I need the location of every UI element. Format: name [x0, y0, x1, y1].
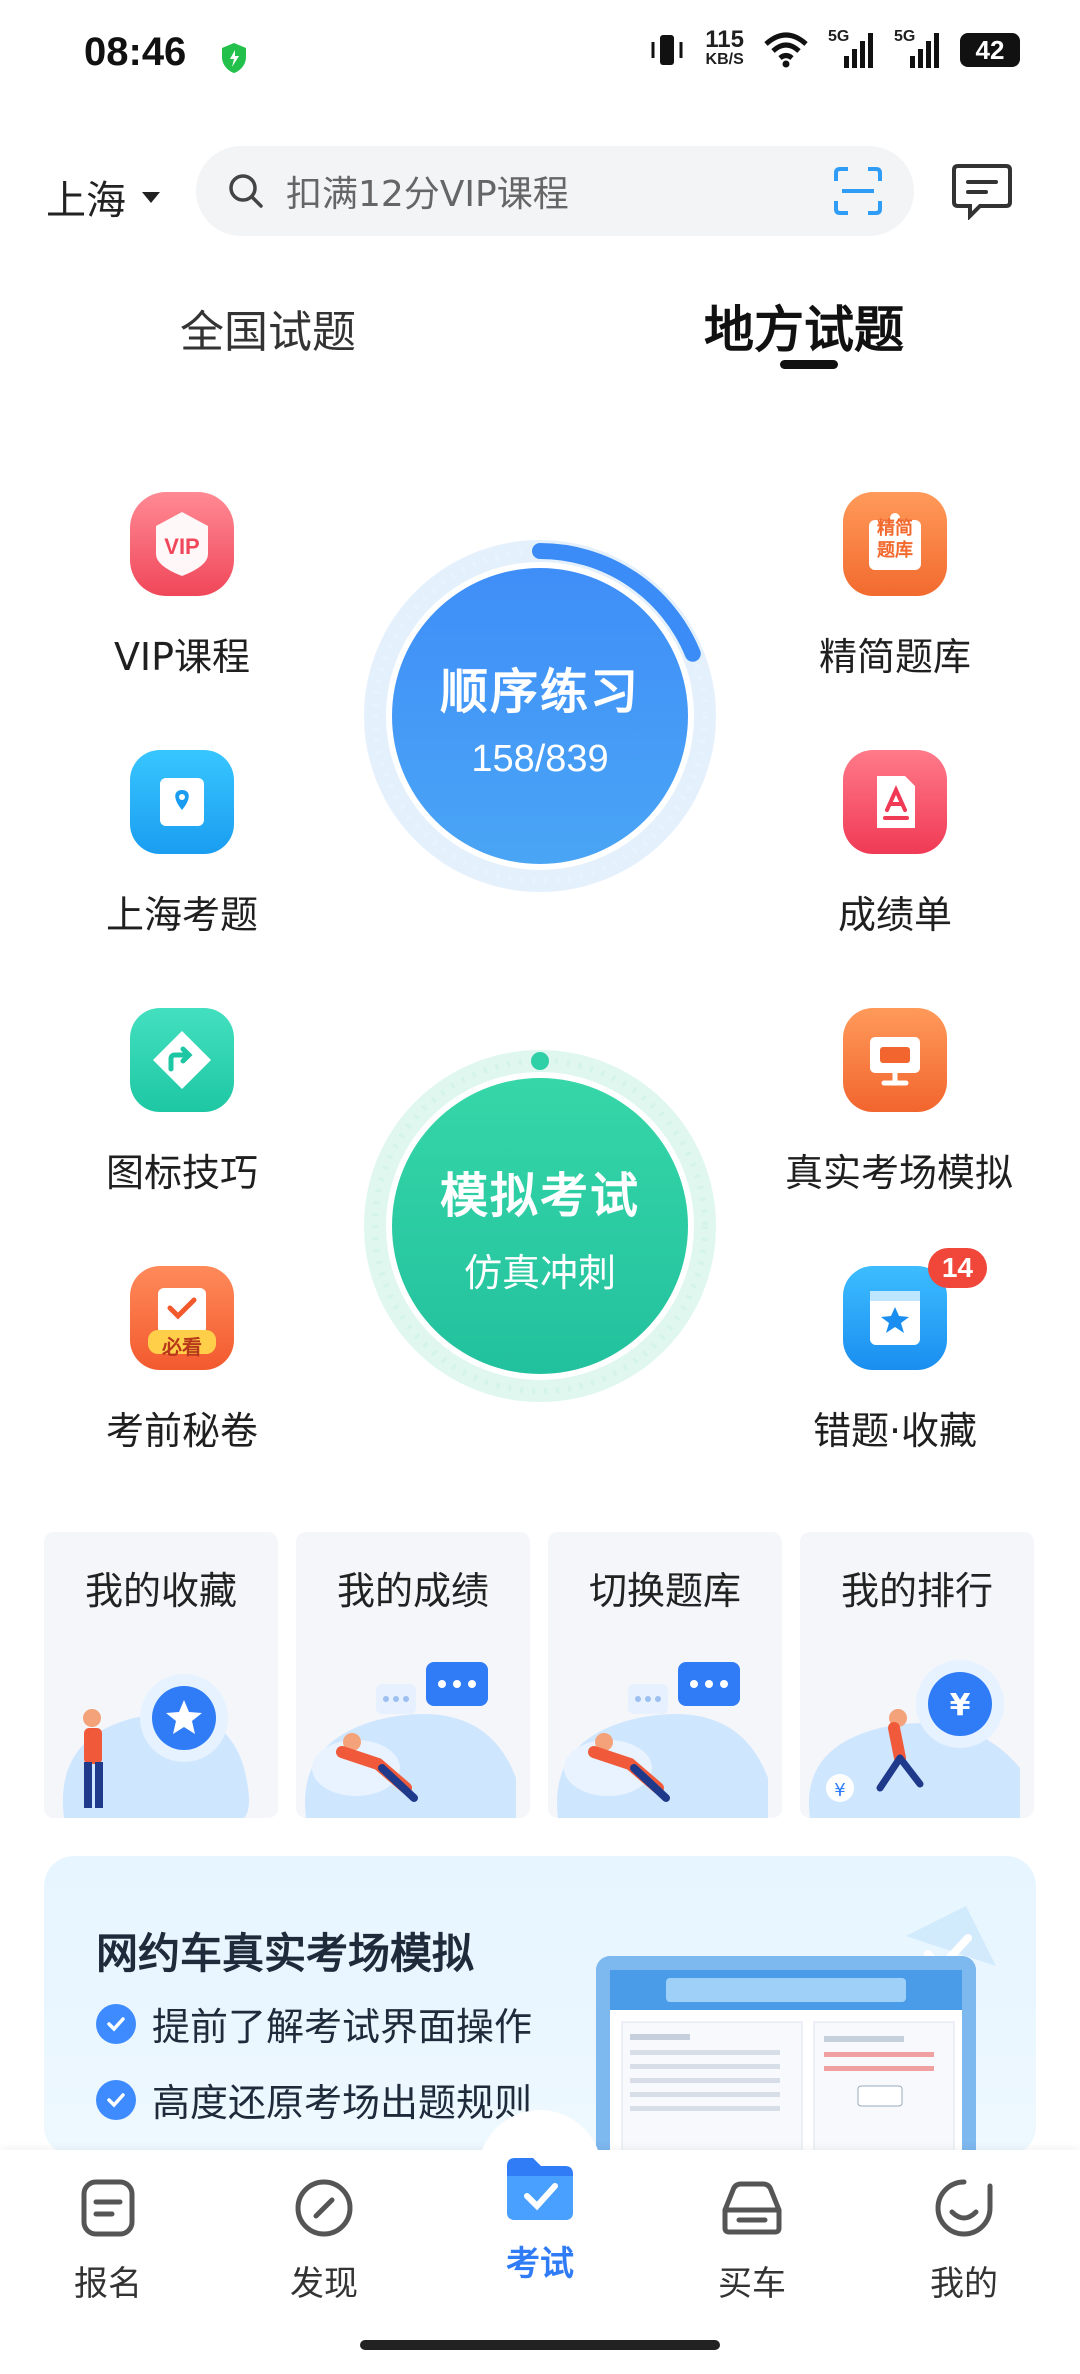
- caret-down-icon: [142, 191, 160, 203]
- vip-icon: VIP: [130, 492, 234, 596]
- net-speed-value: 115: [705, 26, 744, 53]
- form-icon: [81, 2179, 135, 2237]
- card-my-favorites[interactable]: 我的收藏: [44, 1532, 278, 1818]
- feature-label: 错题·收藏: [812, 1409, 978, 1453]
- svg-text:¥: ¥: [950, 1688, 971, 1723]
- feature-label: 上海考题: [105, 893, 258, 937]
- sim1-label: 5G: [828, 28, 850, 45]
- nav-label: 买车: [718, 2264, 786, 2304]
- exam-screen-illustration: [596, 1906, 996, 2156]
- card-label: 我的排行: [840, 1569, 993, 1613]
- feature-label: VIP课程: [113, 635, 251, 679]
- card-my-scores[interactable]: 我的成绩: [296, 1532, 530, 1818]
- check-icon: [96, 2079, 136, 2120]
- promo-title: 网约车真实考场模拟: [96, 1929, 475, 1978]
- mock-exam-button[interactable]: 模拟考试 仿真冲刺: [392, 1078, 688, 1374]
- search-placeholder: 扣满12分VIP课程: [286, 174, 569, 215]
- mistakes-count-badge: 14: [927, 1248, 987, 1288]
- scan-icon[interactable]: [832, 165, 884, 217]
- practice-progress: 158/839: [471, 737, 609, 780]
- promo-point: 提前了解考试界面操作: [96, 1996, 532, 2051]
- ranking-illustration: ¥ ¥: [808, 1660, 1020, 1818]
- battery-indicator: 42: [960, 33, 1020, 67]
- svg-text:¥: ¥: [834, 1780, 845, 1801]
- card-switch-bank[interactable]: 切换题库: [548, 1532, 782, 1818]
- compass-icon: [295, 2179, 353, 2237]
- favorites-illustration: [62, 1674, 250, 1818]
- feature-label: 图标技巧: [105, 1151, 258, 1195]
- exam-folder-icon: [507, 2158, 573, 2220]
- profile-icon: [935, 2179, 993, 2237]
- search-icon: [229, 174, 263, 208]
- feature-shanghai-questions[interactable]: 上海考题: [72, 750, 292, 939]
- location-book-icon: [130, 750, 234, 854]
- road-sign-icon: [130, 1008, 234, 1112]
- check-icon: [96, 2003, 136, 2044]
- sim2-label: 5G: [894, 28, 916, 45]
- feature-label: 成绩单: [837, 893, 952, 937]
- feature-pre-exam-papers[interactable]: 必看 考前秘卷: [72, 1266, 292, 1455]
- signal-sim2: 5G: [894, 28, 942, 70]
- feature-report-card[interactable]: 成绩单: [785, 750, 1005, 939]
- feature-label: 精简题库: [818, 635, 971, 679]
- question-bank-icon: 精简 题库: [843, 492, 947, 596]
- nav-exam[interactable]: 考试: [460, 2146, 620, 2285]
- nav-buy-car[interactable]: 买车: [672, 2176, 832, 2305]
- monitor-icon: [843, 1008, 947, 1112]
- mock-exam-subtitle: 仿真冲刺: [463, 1250, 616, 1295]
- wifi-icon: [764, 32, 808, 68]
- active-tab-indicator: [780, 360, 838, 369]
- feature-label: 考前秘卷: [105, 1409, 258, 1453]
- nav-discover[interactable]: 发现: [244, 2176, 404, 2305]
- mock-exam-title: 模拟考试: [439, 1167, 640, 1224]
- nav-signup[interactable]: 报名: [28, 2176, 188, 2305]
- nav-label: 发现: [290, 2264, 358, 2304]
- feature-real-exam-sim[interactable]: 真实考场模拟: [785, 1008, 1014, 1197]
- must-read-tag: 必看: [162, 1335, 202, 1359]
- status-time: 08:46: [84, 30, 187, 74]
- home-indicator[interactable]: [360, 2340, 720, 2350]
- search-bar[interactable]: 扣满12分VIP课程: [196, 146, 914, 236]
- promo-point-text: 提前了解考试界面操作: [152, 2005, 533, 2049]
- feature-label: 真实考场模拟: [785, 1151, 1014, 1195]
- nav-profile[interactable]: 我的: [884, 2176, 1044, 2305]
- promo-point-text: 高度还原考场出题规则: [152, 2081, 533, 2125]
- scores-illustration: [305, 1662, 516, 1818]
- card-label: 我的收藏: [84, 1569, 237, 1613]
- promo-point: 高度还原考场出题规则: [96, 2072, 532, 2127]
- feature-vip-course[interactable]: VIP VIP课程: [72, 492, 292, 681]
- feature-mistakes-favorites[interactable]: 14 错题·收藏: [785, 1248, 1005, 1455]
- question-bank-tag: 精简 题库: [877, 518, 913, 561]
- sequential-practice-button[interactable]: 顺序练习 158/839: [392, 568, 688, 864]
- feature-simplified-bank[interactable]: 精简 题库 精简题库: [785, 492, 1005, 681]
- report-card-icon: [843, 750, 947, 854]
- card-label: 我的成绩: [336, 1569, 489, 1613]
- must-read-icon: 必看: [130, 1266, 234, 1370]
- tab-local-questions[interactable]: 地方试题: [704, 290, 904, 362]
- city-label: 上海: [46, 178, 126, 224]
- signal-sim1: 5G: [828, 28, 876, 70]
- nav-label: 考试: [506, 2244, 574, 2284]
- city-selector[interactable]: 上海: [46, 168, 160, 226]
- practice-title: 顺序练习: [439, 663, 640, 720]
- car-icon: [722, 2181, 782, 2235]
- message-icon[interactable]: [950, 162, 1014, 220]
- star-bookmark-icon: 14: [843, 1248, 987, 1370]
- shield-icon: [222, 43, 246, 73]
- nav-label: 报名: [74, 2264, 142, 2304]
- tab-national-questions[interactable]: 全国试题: [180, 296, 356, 360]
- card-label: 切换题库: [588, 1569, 741, 1613]
- net-speed: 115 KB/S: [705, 26, 744, 70]
- net-speed-unit: KB/S: [705, 51, 744, 68]
- nav-label: 我的: [930, 2264, 998, 2304]
- status-icons: 115 KB/S 5G 5G 42: [647, 26, 1020, 70]
- vibrate-icon: [651, 35, 683, 65]
- switch-bank-illustration: [557, 1662, 768, 1818]
- svg-text:VIP: VIP: [164, 534, 199, 559]
- status-bar: 08:46 115 KB/S 5G 5G 42: [0, 0, 1080, 120]
- card-my-ranking[interactable]: 我的排行 ¥ ¥: [800, 1532, 1034, 1818]
- feature-sign-tips[interactable]: 图标技巧: [72, 1008, 292, 1197]
